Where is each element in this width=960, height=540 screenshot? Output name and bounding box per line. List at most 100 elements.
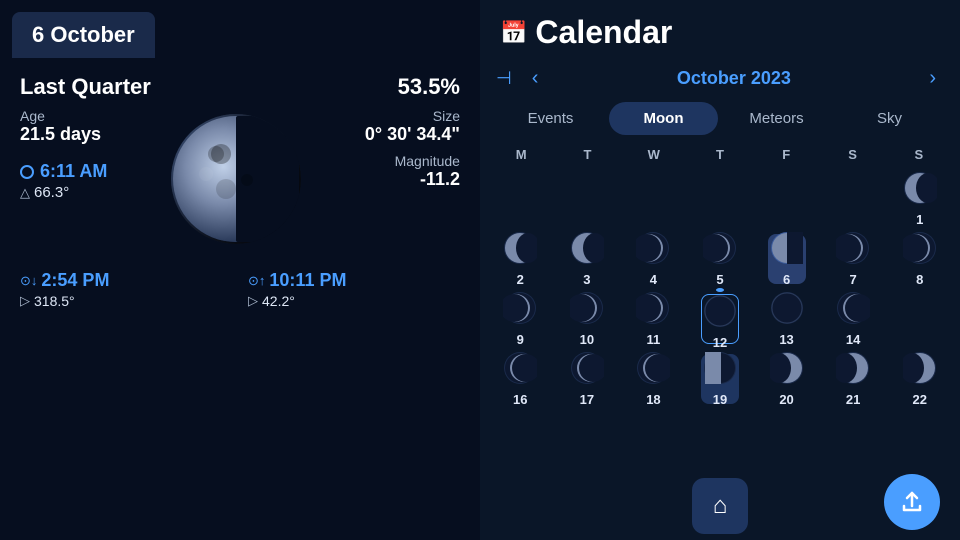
table-row bbox=[754, 170, 819, 228]
moon-phase-icon bbox=[636, 351, 670, 390]
day-cell[interactable]: 3 bbox=[568, 234, 606, 284]
table-row[interactable]: 10 bbox=[555, 290, 620, 348]
moon-phase-icon bbox=[570, 291, 604, 330]
table-row[interactable]: 12 bbox=[688, 290, 753, 348]
table-row[interactable]: 4 bbox=[621, 230, 686, 288]
moon-phase-icon bbox=[836, 231, 870, 270]
day-number: 22 bbox=[912, 392, 926, 407]
day-cell[interactable]: 4 bbox=[634, 234, 672, 284]
home-button[interactable]: ⌂ bbox=[692, 478, 748, 534]
day-cell[interactable]: 7 bbox=[834, 234, 872, 284]
moon-phase-icon bbox=[770, 291, 804, 330]
age-value: 21.5 days bbox=[20, 124, 107, 145]
day-number: 13 bbox=[779, 332, 793, 347]
day-number: 9 bbox=[517, 332, 524, 347]
moon-phase-icon bbox=[703, 294, 737, 333]
day-cell[interactable]: 20 bbox=[768, 354, 806, 404]
transit-compass-icon: ▷ bbox=[20, 293, 30, 309]
moon-phase-icon bbox=[770, 351, 804, 390]
moon-phase-icon bbox=[703, 351, 737, 390]
table-row[interactable]: 22 bbox=[887, 350, 952, 408]
moon-phase-row: Last Quarter 53.5% bbox=[20, 74, 460, 100]
day-number: 11 bbox=[647, 332, 661, 347]
calendar-header: 📅 Calendar bbox=[480, 0, 960, 59]
moon-phase-icon bbox=[770, 231, 804, 270]
day-cell[interactable]: 19 bbox=[701, 354, 739, 404]
size-value: 0° 30' 34.4" bbox=[365, 124, 460, 145]
day-header-t1: T bbox=[554, 143, 620, 166]
table-row bbox=[488, 170, 553, 228]
set-deg-row: ▷ 42.2° bbox=[248, 293, 460, 309]
day-cell[interactable]: 16 bbox=[501, 354, 539, 404]
calendar-week: 9 10 11 12 13 14 bbox=[488, 290, 952, 348]
day-cell[interactable]: 18 bbox=[634, 354, 672, 404]
day-number: 4 bbox=[650, 272, 657, 287]
rise-compass-icon: △ bbox=[20, 185, 30, 201]
table-row[interactable] bbox=[887, 290, 952, 348]
table-row[interactable]: 14 bbox=[821, 290, 886, 348]
day-cell[interactable]: 9 bbox=[501, 294, 539, 344]
day-cell[interactable]: 1 bbox=[901, 174, 939, 224]
table-row[interactable]: 9 bbox=[488, 290, 553, 348]
day-cell[interactable]: 12 bbox=[701, 294, 739, 344]
table-row bbox=[555, 170, 620, 228]
left-panel: 6 October Last Quarter 53.5% Age 21.5 da… bbox=[0, 0, 480, 540]
table-row[interactable]: 3 bbox=[555, 230, 620, 288]
moon-phase-icon bbox=[570, 351, 604, 390]
tab-meteors[interactable]: Meteors bbox=[722, 102, 831, 135]
day-cell[interactable]: 13 bbox=[768, 294, 806, 344]
day-cell[interactable]: 22 bbox=[901, 354, 939, 404]
table-row[interactable]: 17 bbox=[555, 350, 620, 408]
table-row[interactable]: 6 bbox=[754, 230, 819, 288]
bottom-bar-wrapper: ⌂ bbox=[480, 470, 960, 540]
table-row[interactable]: 19 bbox=[688, 350, 753, 408]
table-row[interactable]: 18 bbox=[621, 350, 686, 408]
moon-phase-icon bbox=[503, 291, 537, 330]
table-row[interactable]: 13 bbox=[754, 290, 819, 348]
rise-set-row: ⊙↓ 2:54 PM ▷ 318.5° ⊙↑ 10:11 PM ▷ 42.2° bbox=[20, 270, 460, 309]
month-nav: ⊣ ‹ October 2023 › bbox=[480, 59, 960, 102]
share-button[interactable] bbox=[884, 474, 940, 530]
today-dot bbox=[716, 288, 724, 292]
tab-events[interactable]: Events bbox=[496, 102, 605, 135]
table-row[interactable]: 16 bbox=[488, 350, 553, 408]
day-cell[interactable]: 8 bbox=[901, 234, 939, 284]
day-number: 20 bbox=[779, 392, 793, 407]
tab-moon[interactable]: Moon bbox=[609, 102, 718, 135]
table-row[interactable]: 21 bbox=[821, 350, 886, 408]
day-cell[interactable]: 17 bbox=[568, 354, 606, 404]
day-number: 3 bbox=[583, 272, 590, 287]
table-row[interactable]: 7 bbox=[821, 230, 886, 288]
day-cell[interactable]: 5 bbox=[701, 234, 739, 284]
day-cell[interactable]: 11 bbox=[634, 294, 672, 344]
table-row[interactable]: 11 bbox=[621, 290, 686, 348]
day-number: 14 bbox=[846, 332, 860, 347]
day-cell[interactable]: 21 bbox=[834, 354, 872, 404]
calendar-week: 2 3 4 5 6 7 8 bbox=[488, 230, 952, 288]
table-row[interactable]: 20 bbox=[754, 350, 819, 408]
moon-phase-icon bbox=[903, 231, 937, 270]
day-number: 18 bbox=[646, 392, 660, 407]
day-cell[interactable]: 2 bbox=[501, 234, 539, 284]
table-row[interactable]: 2 bbox=[488, 230, 553, 288]
day-number: 10 bbox=[580, 332, 594, 347]
set-deg: 42.2° bbox=[262, 293, 295, 309]
collapse-icon[interactable]: ⊣ bbox=[496, 68, 512, 89]
day-cell[interactable]: 10 bbox=[568, 294, 606, 344]
moon-phase-icon bbox=[503, 231, 537, 270]
moon-info: Last Quarter 53.5% Age 21.5 days 6:11 AM… bbox=[0, 58, 480, 325]
table-row[interactable]: 1 bbox=[887, 170, 952, 228]
day-number: 21 bbox=[846, 392, 860, 407]
day-cell[interactable]: 6 bbox=[768, 234, 806, 284]
day-header-t2: T bbox=[687, 143, 753, 166]
table-row[interactable]: 5 bbox=[688, 230, 753, 288]
day-cell[interactable]: 14 bbox=[834, 294, 872, 344]
day-number: 5 bbox=[716, 272, 723, 287]
tab-sky[interactable]: Sky bbox=[835, 102, 944, 135]
day-number: 7 bbox=[850, 272, 857, 287]
date-tab[interactable]: 6 October bbox=[12, 12, 155, 58]
next-month-button[interactable]: › bbox=[921, 63, 944, 94]
moon-phase-icon bbox=[836, 351, 870, 390]
table-row[interactable]: 8 bbox=[887, 230, 952, 288]
prev-month-button[interactable]: ‹ bbox=[524, 63, 547, 94]
